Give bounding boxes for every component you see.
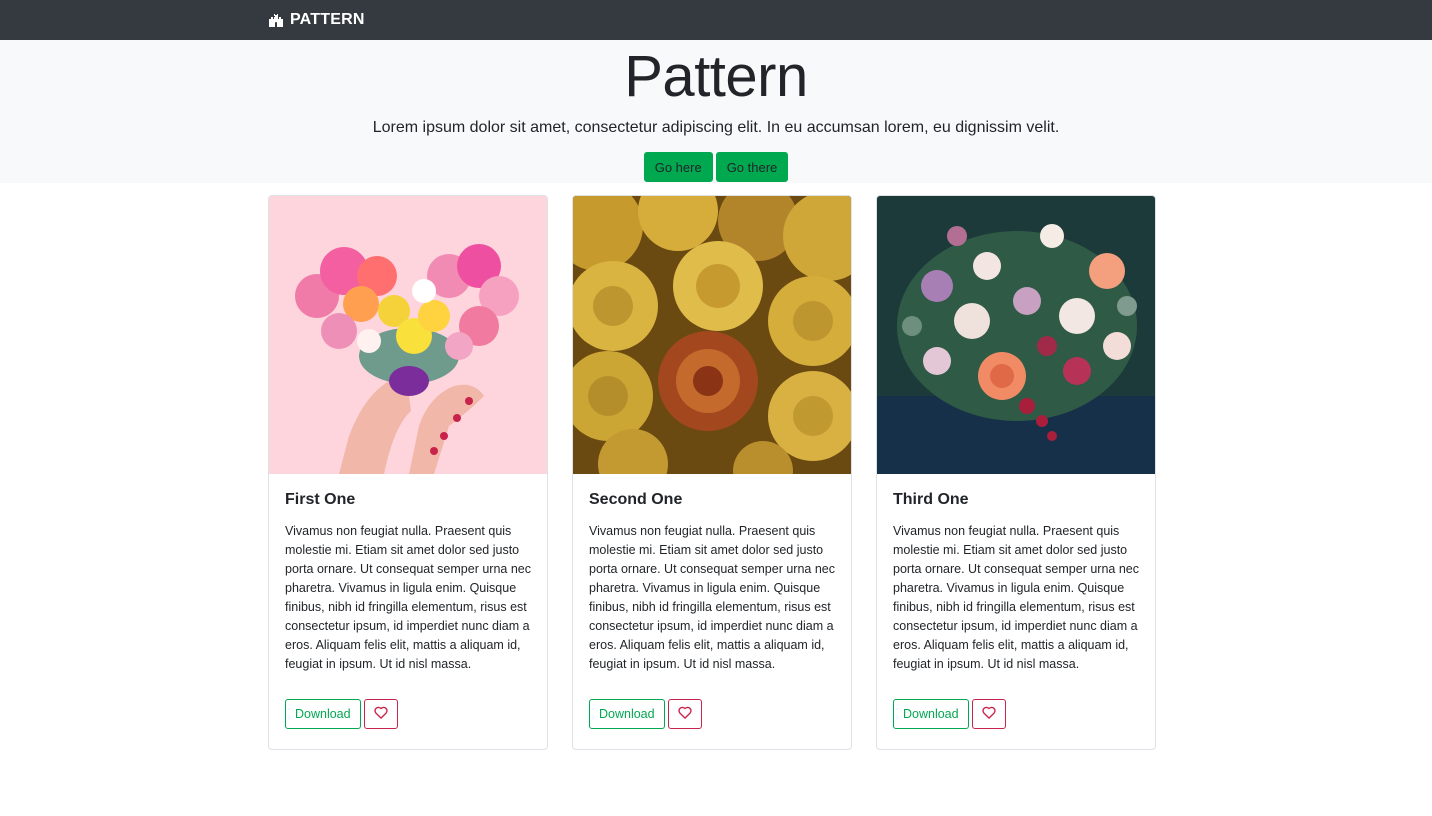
card-title: Second One (589, 491, 683, 508)
download-button[interactable]: Download (285, 699, 361, 729)
like-button[interactable] (667, 699, 702, 729)
card-text: Vivamus non feugiat nulla. Praesent quis… (893, 524, 1139, 671)
brand-text: PATTERN (290, 11, 365, 28)
download-button[interactable]: Download (893, 699, 969, 729)
card-actions: Download (285, 699, 531, 729)
go-here-button[interactable]: Go here (643, 152, 713, 182)
like-button[interactable] (363, 699, 398, 729)
castle-icon (268, 13, 284, 27)
yellow-roses-photo (573, 196, 851, 474)
heart-icon (981, 706, 996, 722)
card-actions: Download (589, 699, 835, 729)
card-body: First One Vivamus non feugiat nulla. Pra… (269, 474, 547, 729)
hero: Pattern Lorem ipsum dolor sit amet, cons… (0, 40, 1432, 183)
go-there-button[interactable]: Go there (715, 152, 789, 182)
card-third: Third One Vivamus non feugiat nulla. Pra… (876, 195, 1156, 750)
card-first: First One Vivamus non feugiat nulla. Pra… (268, 195, 548, 750)
card-second: Second One Vivamus non feugiat nulla. Pr… (572, 195, 852, 750)
heart-of-flowers-photo (269, 196, 547, 474)
card-text: Vivamus non feugiat nulla. Praesent quis… (589, 524, 835, 671)
like-button[interactable] (971, 699, 1006, 729)
navbar: PATTERN (0, 0, 1432, 40)
download-button[interactable]: Download (589, 699, 665, 729)
heart-icon (373, 706, 388, 722)
card-title: Third One (893, 491, 969, 508)
card-body: Second One Vivamus non feugiat nulla. Pr… (573, 474, 851, 729)
brand-link[interactable]: PATTERN (268, 0, 365, 40)
hero-lead: Lorem ipsum dolor sit amet, consectetur … (372, 119, 1060, 136)
heart-icon (677, 706, 692, 722)
card-title: First One (285, 491, 356, 508)
hero-buttons: Go here Go there (0, 152, 1432, 182)
card-text: Vivamus non feugiat nulla. Praesent quis… (285, 524, 531, 671)
card-actions: Download (893, 699, 1139, 729)
bouquet-photo (877, 196, 1155, 474)
card-body: Third One Vivamus non feugiat nulla. Pra… (877, 474, 1155, 729)
page-title: Pattern (624, 44, 808, 109)
